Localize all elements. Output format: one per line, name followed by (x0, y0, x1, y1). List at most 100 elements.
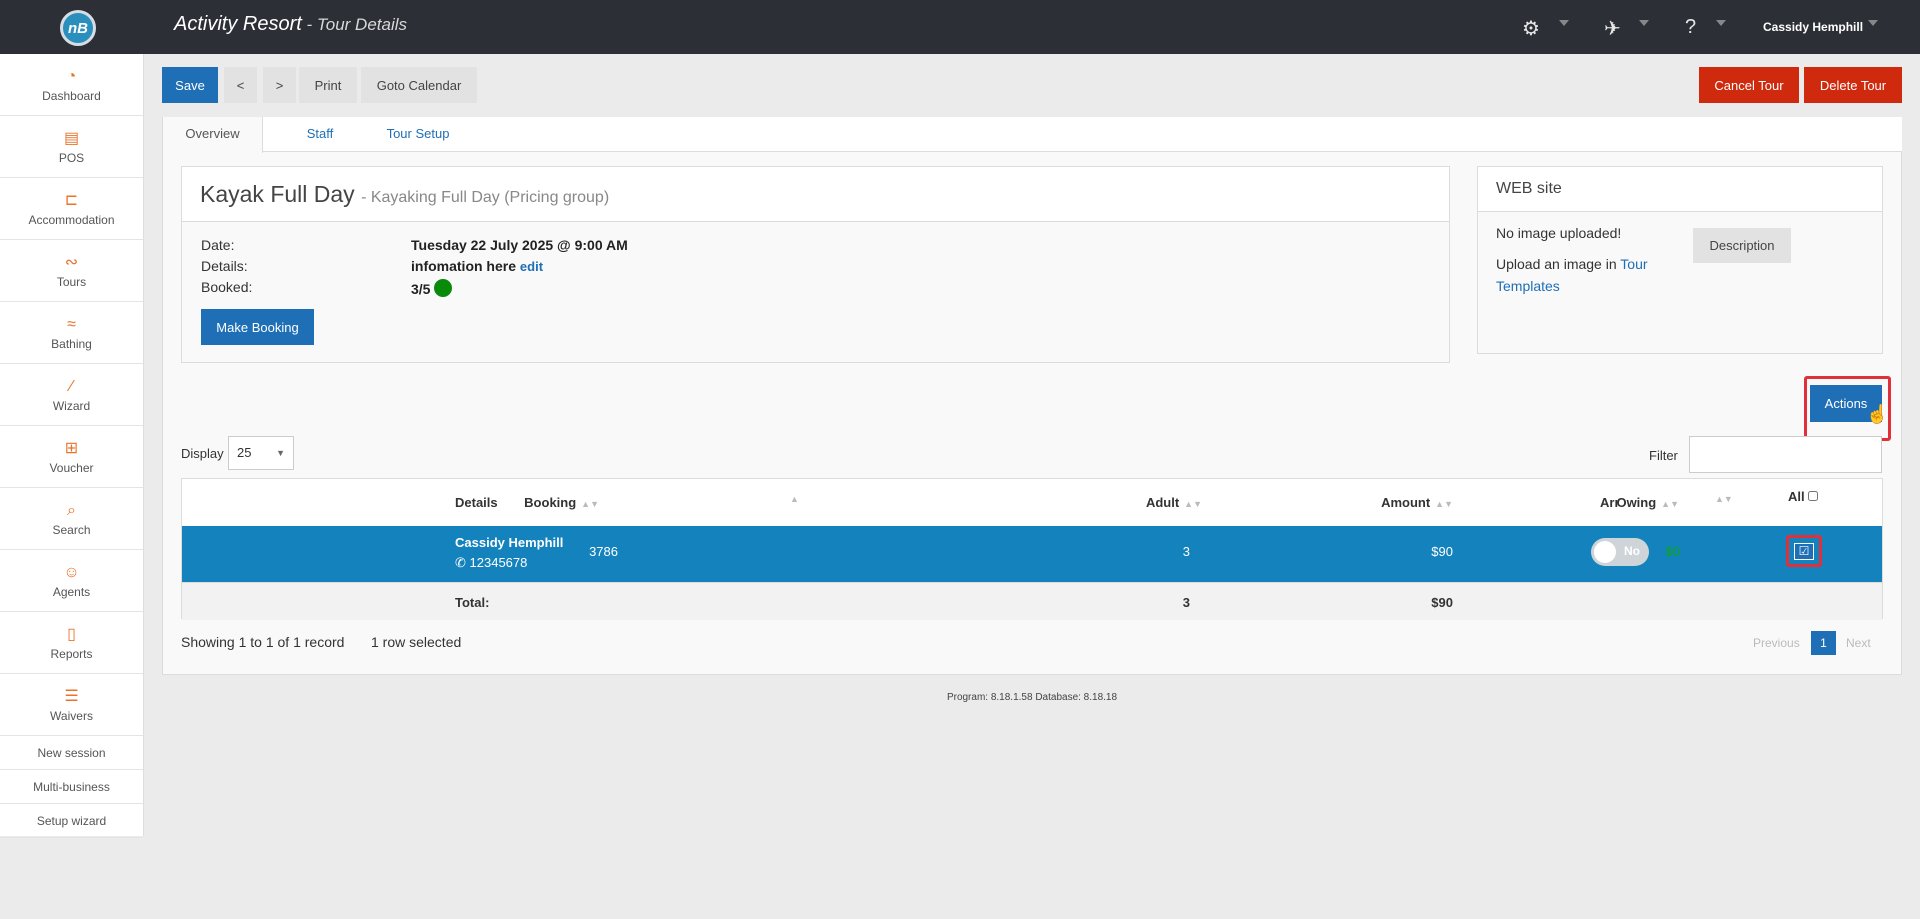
cancel-tour-button[interactable]: Cancel Tour (1699, 67, 1799, 103)
column-header-owing[interactable]: Owing ▲▼ (1449, 479, 1679, 526)
user-menu[interactable]: Cassidy Hemphill (1763, 20, 1863, 34)
sidebar-item-dashboard[interactable]: ◔ Dashboard (0, 54, 143, 116)
sidebar-item-wizard[interactable]: ⁄ Wizard (0, 364, 143, 426)
sidebar: ◔ Dashboard ▤ POS ⊏ Accommodation ∾ Tours ≈ B… (0, 54, 144, 838)
delete-tour-button[interactable]: Delete Tour (1804, 67, 1902, 103)
column-header-label: Owing (1616, 495, 1657, 510)
filter-input[interactable] (1689, 436, 1882, 473)
previous-button[interactable]: < (224, 67, 257, 103)
sidebar-link-new-session[interactable]: New session (0, 736, 143, 770)
plane-icon[interactable]: ✈ (1604, 16, 1621, 41)
column-header-arr[interactable]: Arr (1600, 479, 1620, 526)
toggle-label: No (1624, 544, 1640, 558)
total-label: Total: (455, 595, 490, 610)
chevron-down-icon (1639, 20, 1649, 26)
bookings-table: Booking ▲▼ Details ▲ Adult ▲▼ Amount ▲▼ Owi… (181, 478, 1883, 620)
column-header-all: All (1788, 473, 1819, 520)
column-header-label: Details (455, 495, 498, 510)
next-page-button[interactable]: Next (1846, 636, 1871, 650)
route-icon: ∾ (64, 253, 79, 271)
register-icon: ▤ (63, 129, 80, 147)
details-label: Details: (201, 258, 248, 274)
table-row[interactable]: 3786 Cassidy Hemphill ✆ 12345678 3 $90 $… (182, 526, 1882, 582)
sidebar-item-pos[interactable]: ▤ POS (0, 116, 143, 178)
column-header-amount[interactable]: Amount ▲▼ (1199, 479, 1453, 526)
sidebar-link-setup-wizard[interactable]: Setup wizard (0, 804, 143, 838)
date-value: Tuesday 22 July 2025 @ 9:00 AM (411, 237, 628, 253)
customer-name[interactable]: Cassidy Hemphill (455, 535, 563, 550)
description-button[interactable]: Description (1693, 228, 1791, 263)
sidebar-item-search[interactable]: ⌕ Search (0, 488, 143, 550)
display-select-value: 25 (237, 445, 252, 460)
column-header-details[interactable]: Details (455, 479, 498, 526)
sidebar-item-label: Reports (50, 646, 93, 661)
page-1-button[interactable]: 1 (1811, 631, 1836, 655)
sidebar-item-label: Tours (56, 274, 87, 289)
sidebar-item-label: Agents (52, 584, 91, 599)
tab-overview[interactable]: Overview (162, 117, 263, 153)
selected-info: 1 row selected (371, 634, 462, 650)
print-button[interactable]: Print (299, 67, 357, 103)
chevron-down-icon (1559, 20, 1569, 26)
tab-staff[interactable]: Staff (290, 117, 350, 152)
column-header-label: Arr (1600, 495, 1620, 510)
column-header-adult[interactable]: Adult ▲▼ (954, 479, 1202, 526)
sidebar-item-voucher[interactable]: ⊞ Voucher (0, 426, 143, 488)
logo[interactable]: nB (60, 10, 96, 46)
next-button[interactable]: > (263, 67, 296, 103)
select-all-checkbox[interactable] (1808, 491, 1819, 501)
row-select-checkbox[interactable]: ☑ (1794, 543, 1814, 560)
website-box: WEB site No image uploaded! Upload an im… (1477, 166, 1883, 354)
title-separator: - (301, 15, 317, 34)
sidebar-item-label: POS (58, 150, 85, 165)
sort-icon: ▲▼ (1715, 494, 1733, 504)
sidebar-item-label: Accommodation (28, 212, 115, 227)
sidebar-item-waivers[interactable]: ☰ Waivers (0, 674, 143, 736)
table-info: Showing 1 to 1 of 1 record (181, 634, 345, 650)
booking-status-indicator (434, 279, 453, 297)
sidebar-item-reports[interactable]: ▯ Reports (0, 612, 143, 674)
sidebar-link-multi-business[interactable]: Multi-business (0, 770, 143, 804)
tab-tour-setup[interactable]: Tour Setup (368, 117, 468, 152)
wand-icon: ⁄ (70, 377, 73, 395)
details-value: infomation here (411, 258, 517, 274)
adult-count: 3 (1182, 544, 1190, 559)
column-header-label: Booking (524, 495, 577, 510)
sidebar-item-accommodation[interactable]: ⊏ Accommodation (0, 178, 143, 240)
water-icon: ≈ (67, 315, 76, 333)
sidebar-item-agents[interactable]: ☺ Agents (0, 550, 143, 612)
edit-details-link[interactable]: edit (520, 259, 543, 274)
goto-calendar-button[interactable]: Goto Calendar (361, 67, 477, 103)
sort-icon: ▲▼ (581, 499, 599, 509)
tour-title: Kayak Full Day (200, 181, 355, 207)
date-label: Date: (201, 237, 235, 253)
sidebar-item-label: Dashboard (42, 88, 101, 103)
phone-number: 12345678 (469, 555, 528, 570)
gears-icon[interactable]: ⚙ (1522, 16, 1540, 41)
app-name: Activity Resort (174, 13, 302, 35)
column-header-label: Amount (1381, 495, 1431, 510)
phone-icon: ✆ (455, 555, 466, 570)
sidebar-item-tours[interactable]: ∾ Tours (0, 240, 143, 302)
booked-value: 3/5 (411, 281, 431, 297)
search-icon: ⌕ (67, 501, 76, 519)
sidebar-item-bathing[interactable]: ≈ Bathing (0, 302, 143, 364)
chevron-down-icon (1716, 20, 1726, 26)
website-title: WEB site (1478, 167, 1882, 212)
make-booking-button[interactable]: Make Booking (201, 309, 314, 345)
help-icon[interactable]: ? (1685, 16, 1696, 39)
filter-label: Filter (1649, 448, 1678, 463)
display-select[interactable]: 25 ▼ (228, 436, 294, 470)
previous-page-button[interactable]: Previous (1753, 636, 1800, 650)
toggle-knob (1594, 541, 1616, 563)
users-icon: ☺ (63, 563, 80, 581)
upload-text: Upload an image in (1496, 256, 1617, 272)
save-button[interactable]: Save (162, 67, 218, 103)
logo-text: nB (68, 19, 88, 37)
arrived-toggle[interactable]: No (1591, 538, 1649, 566)
sidebar-item-label: Voucher (49, 460, 94, 475)
page-name: Tour Details (316, 15, 408, 34)
tour-info-box: Kayak Full Day - Kayaking Full Day (Pric… (181, 166, 1450, 363)
display-label: Display (181, 446, 224, 461)
booked-value-group: 3/5 (411, 279, 453, 297)
